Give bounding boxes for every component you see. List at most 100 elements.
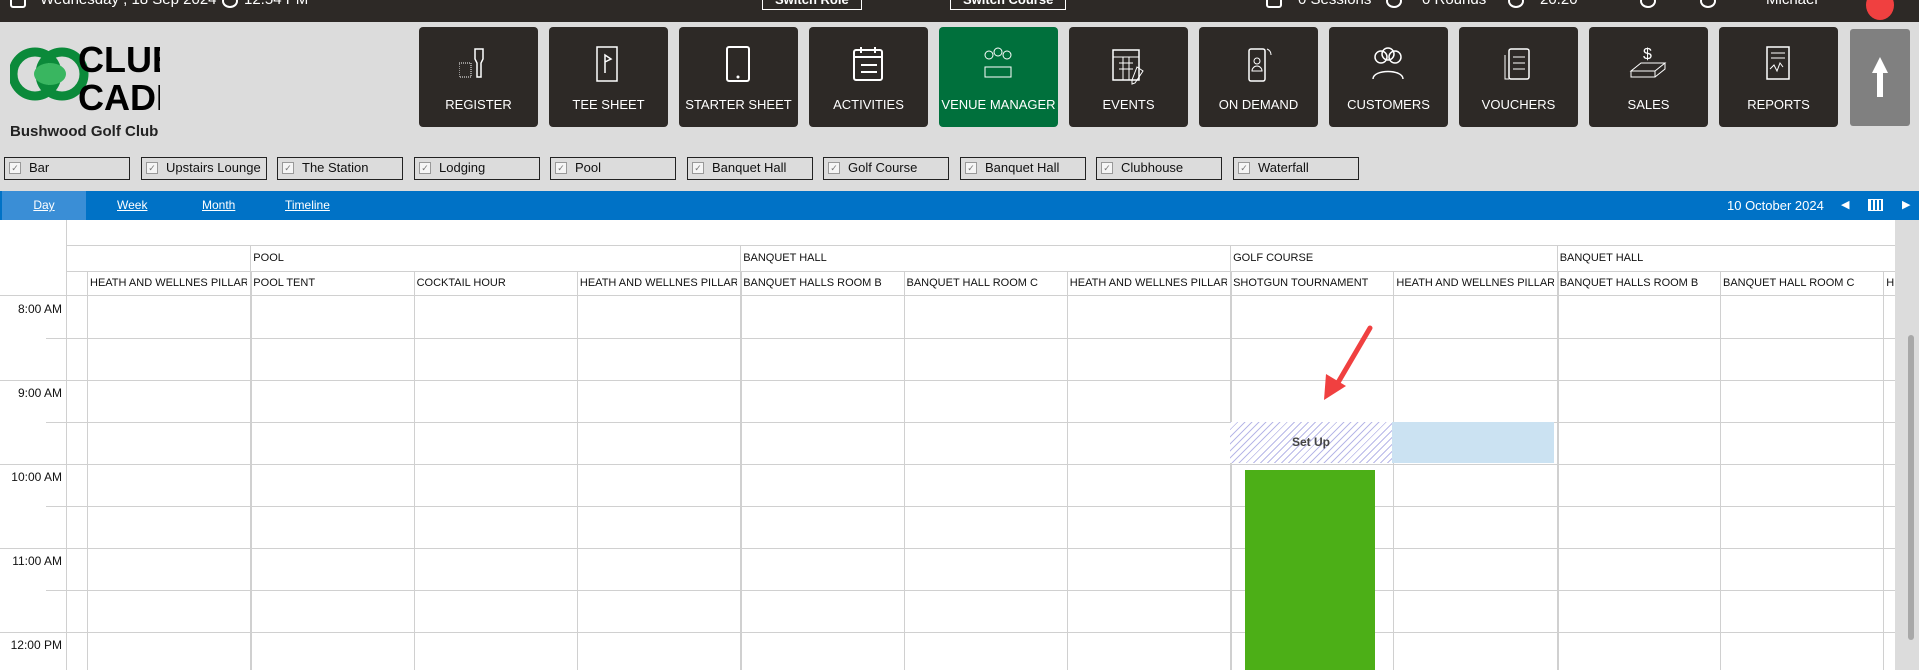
- power-icon[interactable]: [1866, 0, 1894, 20]
- tab-month[interactable]: Month: [202, 191, 235, 220]
- setup-label: Set Up: [1291, 435, 1330, 449]
- nav-register-button[interactable]: REGISTER: [419, 27, 538, 127]
- scroll-up-button[interactable]: [1850, 29, 1910, 126]
- vertical-scrollbar[interactable]: [1908, 335, 1914, 640]
- prev-date-button[interactable]: ◀: [1841, 198, 1849, 211]
- checkbox-checked-icon: ✓: [692, 162, 704, 174]
- venue-filter-label: Upstairs Lounge: [166, 160, 261, 175]
- checkbox-checked-icon: ✓: [828, 162, 840, 174]
- room-column-header[interactable]: SHOTGUN TOURNAMENT: [1233, 277, 1368, 289]
- tablet-icon: [726, 46, 750, 82]
- room-column-header[interactable]: BANQUET HALL ROOM C: [907, 277, 1038, 289]
- temperature: 20.20: [1540, 0, 1578, 8]
- venue-filter-label: Bar: [29, 160, 50, 175]
- venue-filter-checkbox[interactable]: ✓ Clubhouse: [1096, 157, 1222, 180]
- venue-filter-label: Banquet Hall: [985, 160, 1060, 175]
- room-column-header[interactable]: HEATH AND WELLNES PILLAR: [90, 277, 247, 289]
- calendar-picker-icon[interactable]: [1868, 199, 1883, 211]
- checkbox-checked-icon: ✓: [146, 162, 158, 174]
- nav-vouchers-button[interactable]: VOUCHERS: [1459, 27, 1578, 127]
- time-slot-label: 8:00 AM: [17, 302, 62, 316]
- tab-week[interactable]: Week: [117, 191, 147, 220]
- venue-filter-label: Golf Course: [848, 160, 918, 175]
- user-name[interactable]: Michael: [1766, 0, 1818, 8]
- venue-filter-checkbox[interactable]: ✓ Banquet Hall: [687, 157, 813, 180]
- nav-tee-sheet-button[interactable]: TEE SHEET: [549, 27, 668, 127]
- shotgun-tournament-booking[interactable]: [1245, 470, 1375, 670]
- nav-reports-button[interactable]: REPORTS: [1719, 27, 1838, 127]
- weather-icon: [1508, 0, 1524, 8]
- venue-filter-checkbox[interactable]: ✓ Upstairs Lounge: [141, 157, 267, 180]
- room-column-header[interactable]: HEATH AND WELLNES PILLAR: [1396, 277, 1553, 289]
- room-column-header[interactable]: BANQUET HALLS ROOM B: [1560, 277, 1699, 289]
- nav-on-demand-button[interactable]: ON DEMAND: [1199, 27, 1318, 127]
- venue-filter-label: Clubhouse: [1121, 160, 1184, 175]
- room-column-header[interactable]: COCKTAIL HOUR: [417, 277, 506, 289]
- venue-filter-checkbox[interactable]: ✓ Golf Course: [823, 157, 949, 180]
- clock-icon: [222, 0, 238, 8]
- venue-group-header: BANQUET HALL: [1559, 252, 1644, 264]
- nav-label: REPORTS: [1747, 97, 1810, 112]
- venue-filter-checkbox[interactable]: ✓ Bar: [4, 157, 130, 180]
- nav-activities-button[interactable]: ACTIVITIES: [809, 27, 928, 127]
- svg-text:CADDIE: CADDIE: [78, 77, 160, 118]
- top-bar: Wednesday , 18 Sep 2024 12:54 PM Switch …: [0, 0, 1919, 22]
- nav-sales-button[interactable]: $ SALES: [1589, 27, 1708, 127]
- nav-label: STARTER SHEET: [685, 97, 792, 112]
- calendar-edit-icon: [1112, 49, 1144, 85]
- nav-label: TEE SHEET: [572, 97, 645, 112]
- venue-filter-label: Banquet Hall: [712, 160, 787, 175]
- selected-time-slot[interactable]: [1392, 422, 1554, 463]
- checkbox-checked-icon: ✓: [9, 162, 21, 174]
- nav-label: VENUE MANAGER: [941, 97, 1056, 112]
- venue-filter-checkbox[interactable]: ✓ Lodging: [414, 157, 540, 180]
- switch-role-button[interactable]: Switch Role: [762, 0, 862, 10]
- checkbox-checked-icon: ✓: [419, 162, 431, 174]
- nav-label: ACTIVITIES: [833, 97, 904, 112]
- tab-day[interactable]: Day: [2, 191, 86, 220]
- venue-filter-label: Pool: [575, 160, 602, 175]
- time-slot-label: 11:00 AM: [12, 554, 62, 568]
- room-column-header[interactable]: BANQUET HALLS ROOM B: [743, 277, 882, 289]
- gear-icon[interactable]: [1700, 0, 1716, 8]
- help-icon[interactable]: [1640, 0, 1656, 8]
- room-column-header[interactable]: BANQUET HALL ROOM C: [1723, 277, 1854, 289]
- venue-filter-checkbox[interactable]: ✓ Pool: [550, 157, 676, 180]
- room-column-header[interactable]: POOL TENT: [253, 277, 315, 289]
- flag-icon: [596, 46, 618, 82]
- checkbox-checked-icon: ✓: [965, 162, 977, 174]
- tab-timeline[interactable]: Timeline: [285, 191, 330, 220]
- switch-course-button[interactable]: Switch Course: [950, 0, 1067, 10]
- nav-label: VOUCHERS: [1481, 97, 1556, 112]
- rounds-count: 0 Rounds: [1422, 0, 1486, 8]
- nav-customers-button[interactable]: CUSTOMERS: [1329, 27, 1448, 127]
- venue-filter-label: The Station: [302, 160, 369, 175]
- nav-label: EVENTS: [1102, 97, 1155, 112]
- golf-cart-icon: [1386, 0, 1402, 8]
- nav-starter-sheet-button[interactable]: STARTER SHEET: [679, 27, 798, 127]
- svg-text:CLUB: CLUB: [78, 39, 160, 80]
- venue-filter-checkbox[interactable]: ✓ Waterfall: [1233, 157, 1359, 180]
- nav-events-button[interactable]: EVENTS: [1069, 27, 1188, 127]
- mobile-icon: [1248, 48, 1272, 82]
- club-caddie-logo: CLUB CADDIE: [8, 34, 216, 124]
- venue-group-header: POOL: [253, 252, 284, 264]
- nav-venue-manager-button[interactable]: VENUE MANAGER: [939, 27, 1058, 127]
- time-slot-label: 9:00 AM: [17, 386, 62, 400]
- setup-block[interactable]: Set Up: [1230, 422, 1392, 463]
- club-name: Bushwood Golf Club: [10, 123, 159, 140]
- sessions-icon: [1266, 0, 1282, 8]
- sessions-count: 0 Sessions: [1298, 0, 1371, 8]
- venue-filter-checkbox[interactable]: ✓ Banquet Hall: [960, 157, 1086, 180]
- venue-filter-checkbox[interactable]: ✓ The Station: [277, 157, 403, 180]
- room-column-header[interactable]: HEATH AND WELLNES PILLAR: [1886, 277, 1895, 289]
- room-column-header[interactable]: HEATH AND WELLNES PILLAR: [1070, 277, 1227, 289]
- next-date-button[interactable]: ▶: [1902, 198, 1910, 211]
- nav-label: REGISTER: [445, 97, 512, 112]
- checkbox-checked-icon: ✓: [282, 162, 294, 174]
- room-column-header[interactable]: HEATH AND WELLNES PILLAR: [580, 277, 737, 289]
- nav-label: SALES: [1627, 97, 1670, 112]
- nav-label: ON DEMAND: [1218, 97, 1299, 112]
- red-arrow-annotation-icon: [1324, 325, 1373, 400]
- money-icon: $: [1629, 46, 1667, 78]
